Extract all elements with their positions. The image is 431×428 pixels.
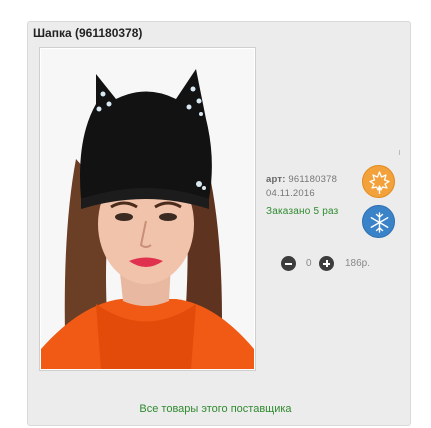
quantity-increase-button[interactable] bbox=[319, 256, 334, 271]
ordered-count: Заказано 5 раз bbox=[266, 206, 339, 217]
product-price: 186р. bbox=[345, 258, 371, 269]
article-prefix: арт: bbox=[266, 174, 286, 185]
product-title: Шапка (961180378) bbox=[33, 26, 143, 40]
product-date: 04.11.2016 bbox=[266, 188, 315, 199]
supplier-products-link[interactable]: Все товары этого поставщика bbox=[0, 403, 431, 415]
product-photo[interactable] bbox=[41, 49, 254, 369]
winter-snowflake-icon bbox=[362, 205, 395, 238]
article-code: арт: 961180378 bbox=[266, 174, 337, 185]
article-number: 961180378 bbox=[288, 174, 338, 185]
quantity-decrease-button[interactable] bbox=[281, 256, 296, 271]
quantity-value: 0 bbox=[306, 258, 312, 269]
product-image bbox=[41, 49, 254, 369]
autumn-leaf-icon bbox=[362, 165, 395, 198]
divider-tick bbox=[399, 150, 400, 155]
